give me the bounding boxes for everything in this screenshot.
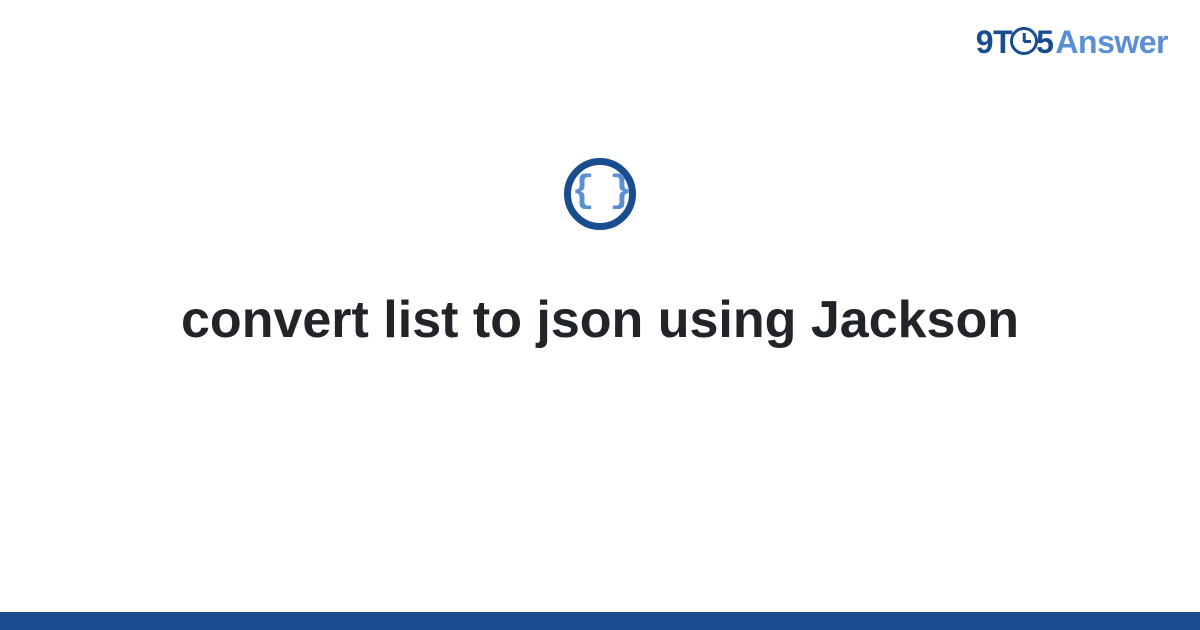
site-logo: 9T 5Answer (976, 22, 1168, 61)
code-braces-icon: { } (572, 173, 628, 211)
icon-ring: { } (564, 158, 636, 230)
logo-text-5: 5 (1036, 24, 1053, 60)
logo-text-9t: 9T (976, 24, 1012, 60)
footer-bar (0, 612, 1200, 630)
logo-text-answer: Answer (1055, 24, 1168, 60)
topic-icon: { } (564, 158, 636, 230)
clock-icon (1010, 27, 1038, 55)
page-title: convert list to json using Jackson (0, 290, 1200, 350)
